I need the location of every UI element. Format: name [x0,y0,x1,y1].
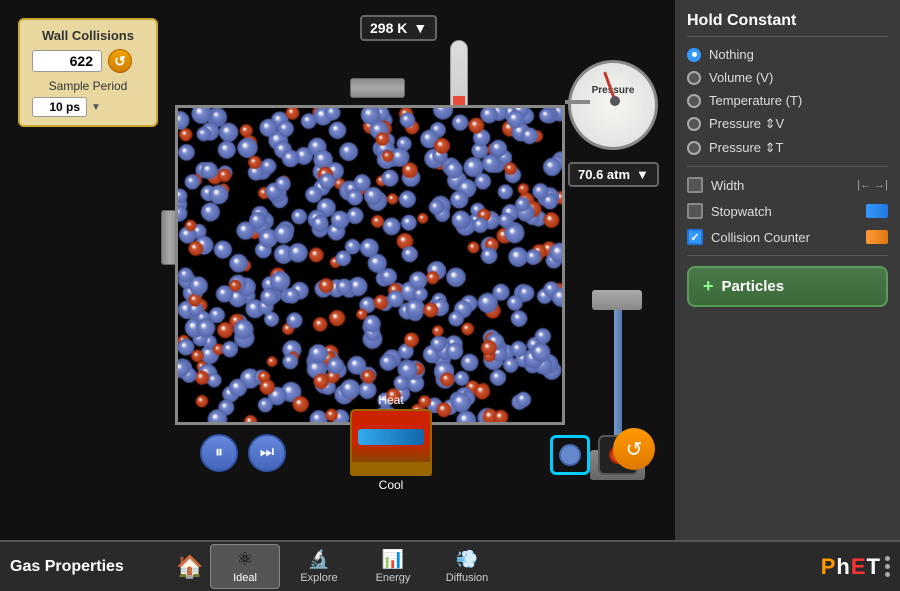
temperature-arrow[interactable]: ▼ [413,20,427,36]
pressure-value: 70.6 atm [578,167,630,182]
heat-label: Heat [350,393,432,407]
step-icon: ⏭ [260,444,274,462]
explore-icon: 🔬 [308,549,330,570]
pressure-gauge: Pressure [568,60,663,155]
radio-pressure-t-circle[interactable] [687,141,701,155]
tab-energy-label: Energy [376,572,411,584]
radio-volume[interactable]: Volume (V) [687,70,888,85]
wall-collisions-title: Wall Collisions [32,28,144,43]
sample-period-label: Sample Period [32,79,144,93]
app-title: Gas Properties [10,558,170,576]
checkbox-width[interactable]: Width |← →| [687,177,888,193]
tab-explore-label: Explore [300,572,337,584]
width-label: Width [711,178,849,193]
radio-pressure-t-label: Pressure ⇕T [709,140,783,156]
phet-e: E [851,554,865,580]
energy-icon: 📊 [382,549,404,570]
phet-h: h [836,554,848,580]
width-icon: |← →| [857,179,888,191]
stopwatch-checkbox[interactable] [687,203,703,219]
diffusion-icon: 💨 [456,549,478,570]
nav-tabs: ⚛ Ideal 🔬 Explore 📊 Energy 💨 Diffusion [210,544,821,589]
heat-cool-control[interactable]: Heat Cool [350,393,432,492]
collision-counter-checkbox[interactable] [687,229,703,245]
counter-icon [866,230,888,244]
phet-t: T [867,554,879,580]
radio-pressure-t[interactable]: Pressure ⇕T [687,140,888,156]
phet-dot-1 [885,556,890,561]
radio-temperature[interactable]: Temperature (T) [687,93,888,108]
radio-pressure-v-label: Pressure ⇕V [709,116,784,132]
tab-ideal-label: Ideal [233,572,257,584]
tab-diffusion-label: Diffusion [446,572,489,584]
collision-value: 622 [32,50,102,72]
pause-button[interactable]: ⏸ [200,434,238,472]
bottom-nav: Gas Properties 🏠 ⚛ Ideal 🔬 Explore 📊 Ene… [0,540,900,591]
heat-slider[interactable] [358,429,424,445]
sample-period-arrow[interactable]: ▼ [91,102,101,113]
radio-temperature-circle[interactable] [687,94,701,108]
ideal-icon: ⚛ [237,549,253,570]
radio-nothing-label: Nothing [709,47,754,62]
checkbox-collision-counter[interactable]: Collision Counter [687,229,888,245]
gauge-center [610,96,620,106]
pump-rod [614,310,622,450]
heat-base [350,464,432,476]
simulation-area: Wall Collisions 622 ↺ Sample Period 10 p… [0,0,675,540]
home-button[interactable]: 🏠 [170,547,210,587]
collision-counter-label: Collision Counter [711,230,858,245]
stopwatch-label: Stopwatch [711,204,858,219]
radio-pressure-v-circle[interactable] [687,117,701,131]
gauge-circle: Pressure [568,60,658,150]
checkbox-stopwatch[interactable]: Stopwatch [687,203,888,219]
radio-temperature-label: Temperature (T) [709,93,802,108]
top-handle[interactable] [350,78,405,98]
playback-controls: ⏸ ⏭ [200,434,286,472]
right-panel: Hold Constant Nothing Volume (V) Tempera… [675,0,900,540]
divider-1 [687,166,888,167]
particle-canvas [178,108,562,422]
pressure-display[interactable]: 70.6 atm ▼ [568,162,659,187]
pump[interactable] [590,290,645,510]
phet-dot-3 [885,572,890,577]
reload-icon: ↺ [626,437,643,462]
stopwatch-icon [866,204,888,218]
pressure-line [565,100,590,104]
phet-dots [885,556,890,577]
tab-explore[interactable]: 🔬 Explore [284,544,354,589]
radio-pressure-v[interactable]: Pressure ⇕V [687,116,888,132]
gas-container [175,105,565,425]
pump-handle[interactable] [592,290,642,310]
particles-button[interactable]: + Particles [687,266,888,307]
heat-box[interactable] [350,409,432,464]
hold-constant-title: Hold Constant [687,12,888,37]
temperature-value: 298 K [370,20,407,36]
plus-icon: + [703,276,714,297]
reset-collision-button[interactable]: ↺ [108,49,132,73]
width-checkbox[interactable] [687,177,703,193]
phet-dot-2 [885,564,890,569]
divider-2 [687,255,888,256]
tab-ideal[interactable]: ⚛ Ideal [210,544,280,589]
radio-volume-label: Volume (V) [709,70,773,85]
step-button[interactable]: ⏭ [248,434,286,472]
particles-label: Particles [722,278,785,295]
sample-period-value: 10 ps [32,97,87,117]
radio-nothing[interactable]: Nothing [687,47,888,62]
pressure-arrow[interactable]: ▼ [636,167,649,182]
particle-type-1-icon [556,441,584,469]
temperature-display[interactable]: 298 K ▼ [360,15,437,41]
cool-label: Cool [350,478,432,492]
tab-diffusion[interactable]: 💨 Diffusion [432,544,502,589]
particle-type-1-button[interactable] [550,435,590,475]
tab-energy[interactable]: 📊 Energy [358,544,428,589]
phet-p: P [821,554,835,580]
reload-button[interactable]: ↺ [613,428,655,470]
phet-logo: P h E T [821,554,890,580]
wall-collisions-panel: Wall Collisions 622 ↺ Sample Period 10 p… [18,18,158,127]
radio-volume-circle[interactable] [687,71,701,85]
radio-nothing-circle[interactable] [687,48,701,62]
pause-icon: ⏸ [215,444,223,462]
